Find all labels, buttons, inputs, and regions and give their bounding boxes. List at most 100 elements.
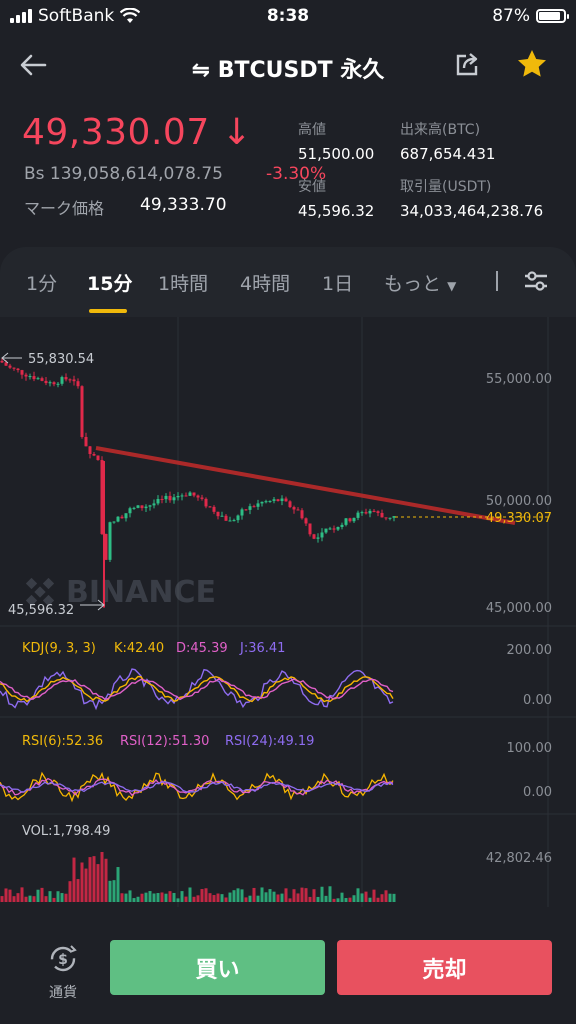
volume-bar bbox=[192, 896, 196, 902]
candle-body bbox=[188, 492, 192, 496]
candle-body bbox=[8, 365, 12, 368]
volume-bar bbox=[56, 891, 60, 902]
coin-switch[interactable]: $ 通貨 bbox=[38, 942, 88, 1002]
axis-label-50000: 50,000.00 bbox=[486, 494, 552, 509]
tab-15m[interactable]: 15分 bbox=[87, 269, 132, 296]
volume-bar bbox=[204, 888, 208, 902]
candle-body bbox=[144, 506, 148, 509]
volume-bar bbox=[244, 897, 248, 902]
rsi12-value: RSI(12):51.30 bbox=[120, 734, 209, 749]
order-footer: $ 通貨 買い 売却 bbox=[0, 912, 576, 1024]
tab-1m[interactable]: 1分 bbox=[26, 269, 57, 296]
candle-body bbox=[208, 506, 212, 508]
candle-body bbox=[360, 512, 364, 514]
share-icon[interactable] bbox=[454, 50, 482, 78]
volume-bar bbox=[216, 893, 220, 902]
candle-body bbox=[192, 492, 196, 496]
candle-body bbox=[204, 498, 208, 507]
kline-chart[interactable]: BINANCE 55,830.54 45,596.32 55,000.00 50… bbox=[0, 317, 576, 907]
kdj-axis-max: 200.00 bbox=[507, 643, 553, 658]
volume-bar bbox=[232, 890, 236, 902]
volume-bar bbox=[88, 857, 92, 902]
candle-body bbox=[292, 507, 296, 510]
candle-body bbox=[376, 511, 380, 513]
volume-bar bbox=[176, 898, 180, 902]
candle-body bbox=[160, 498, 164, 500]
volume-bar bbox=[308, 896, 312, 902]
volume-bar bbox=[256, 895, 260, 902]
candle-body bbox=[136, 505, 140, 508]
candle-body bbox=[300, 510, 304, 519]
header: ⇋ BTCUSDT 永久 bbox=[0, 36, 576, 96]
volume-bar bbox=[384, 890, 388, 902]
candle-body bbox=[44, 380, 48, 384]
candle-body bbox=[124, 513, 128, 519]
rsi-axis-min: 0.00 bbox=[523, 785, 552, 800]
buy-button[interactable]: 買い bbox=[110, 940, 325, 995]
kdj-d-value: D:45.39 bbox=[176, 641, 228, 656]
candle-body bbox=[20, 370, 24, 375]
volume-bar bbox=[140, 893, 144, 902]
volume-bar bbox=[272, 891, 276, 902]
volume-bar bbox=[180, 891, 184, 902]
tab-1h[interactable]: 1時間 bbox=[158, 269, 208, 296]
volume-bar bbox=[36, 889, 40, 902]
candle-body bbox=[352, 517, 356, 522]
candle-body bbox=[96, 455, 100, 461]
volume-bar bbox=[80, 862, 84, 902]
volume-bar bbox=[240, 889, 244, 902]
volume-bar bbox=[8, 889, 12, 902]
volume-bar bbox=[300, 887, 304, 902]
tab-more[interactable]: もっと ▼ bbox=[384, 269, 456, 296]
volume-bar bbox=[224, 897, 228, 902]
volume-bar bbox=[212, 895, 216, 902]
volume-bar bbox=[124, 893, 128, 902]
candle-body bbox=[24, 374, 28, 377]
candle-body bbox=[72, 379, 76, 382]
volume-bar bbox=[48, 891, 52, 902]
kdj-axis-min: 0.00 bbox=[523, 693, 552, 708]
rsi24-value: RSI(24):49.19 bbox=[225, 734, 314, 749]
axis-label-55000: 55,000.00 bbox=[486, 372, 552, 387]
candle-body bbox=[220, 515, 224, 517]
chart-settings-icon[interactable] bbox=[522, 269, 550, 293]
candle-body bbox=[116, 516, 120, 522]
svg-text:$: $ bbox=[58, 952, 68, 968]
volume-bar bbox=[72, 857, 76, 902]
sell-button[interactable]: 売却 bbox=[337, 940, 552, 995]
volume-bar bbox=[348, 897, 352, 902]
page-title[interactable]: ⇋ BTCUSDT 永久 bbox=[0, 52, 576, 84]
candle-body bbox=[240, 509, 244, 516]
volume-bar bbox=[40, 887, 44, 902]
volume-bar bbox=[44, 896, 48, 902]
volume-bar bbox=[380, 894, 384, 902]
volume-bar bbox=[356, 888, 360, 902]
candle-body bbox=[40, 378, 44, 381]
favorite-star-icon[interactable] bbox=[516, 48, 548, 80]
tab-4h[interactable]: 4時間 bbox=[240, 269, 290, 296]
volume-bar bbox=[152, 893, 156, 902]
volume-bar bbox=[228, 892, 232, 902]
candle-body bbox=[296, 509, 300, 511]
tab-1d[interactable]: 1日 bbox=[322, 269, 353, 296]
current-price-label: 49,330.07 bbox=[486, 511, 552, 526]
volume-bar bbox=[280, 893, 284, 902]
volume-bar bbox=[200, 889, 204, 902]
candle-body bbox=[380, 512, 384, 518]
candle-body bbox=[308, 523, 312, 535]
volume-bar bbox=[336, 898, 340, 902]
swap-icon: ⇋ bbox=[191, 58, 211, 83]
volume-bar bbox=[96, 864, 100, 902]
mark-price-label: マーク価格 bbox=[24, 199, 105, 218]
volume-bar bbox=[0, 896, 4, 902]
candle-body bbox=[176, 495, 180, 498]
volume-bar bbox=[116, 867, 120, 902]
volume-bar bbox=[76, 879, 80, 902]
candle-body bbox=[280, 498, 284, 502]
candle-body bbox=[200, 497, 204, 499]
volume-bar bbox=[28, 895, 32, 902]
volume-bar bbox=[292, 889, 296, 902]
volume-bar bbox=[328, 886, 332, 902]
candle-body bbox=[172, 497, 176, 501]
candle-body bbox=[336, 526, 340, 530]
